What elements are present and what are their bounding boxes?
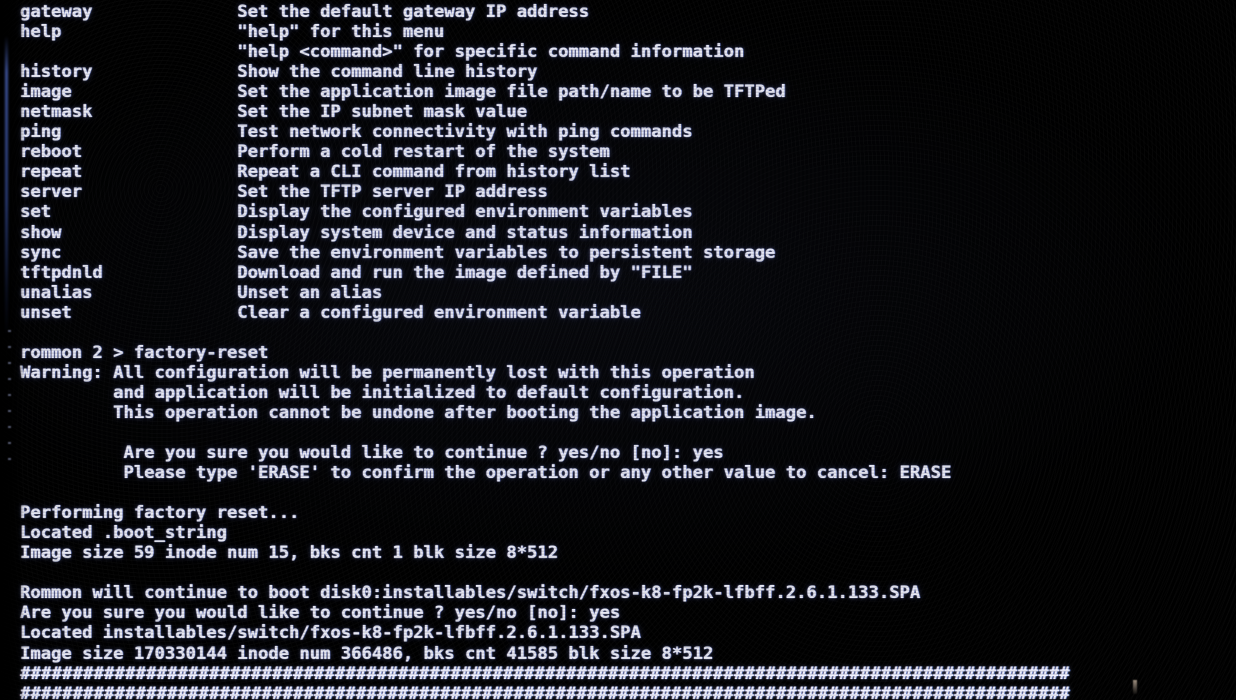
boot-located-line: Located installables/switch/fxos-k8-fp2k… <box>20 623 641 644</box>
boot-string-size-line: Image size 59 inode num 15, bks cnt 1 bl… <box>20 543 559 564</box>
confirm-continue-line[interactable]: Are you sure you would like to continue … <box>20 443 1236 463</box>
console-output[interactable]: gateway Set the default gateway IP addre… <box>0 0 1236 700</box>
located-boot-string-line: Located .boot_string <box>20 523 227 544</box>
warning-line-1: Warning: All configuration will be perma… <box>20 362 755 383</box>
boot-image-size-line: Image size 170330144 inode num 366486, b… <box>20 643 714 664</box>
help-row-reboot: reboot Perform a cold restart of the sys… <box>20 142 610 163</box>
help-row-netmask: netmask Set the IP subnet mask value <box>20 102 528 123</box>
progress-row: ########################################… <box>20 683 1070 700</box>
help-row-server: server Set the TFTP server IP address <box>20 182 548 203</box>
help-row-tftpdnld: tftpdnld Download and run the image defi… <box>20 262 693 283</box>
warning-line-2: and application will be initialized to d… <box>20 382 745 403</box>
progress-row: ########################################… <box>20 663 1070 684</box>
help-row-show: show Display system device and status in… <box>20 222 693 243</box>
boot-continue-line: Rommon will continue to boot disk0:insta… <box>20 583 921 604</box>
help-row-unalias: unalias Unset an alias <box>20 282 383 303</box>
blank-line-1 <box>20 323 1236 343</box>
help-row-help-command: "help <command>" for specific command in… <box>20 42 745 63</box>
help-row-repeat: repeat Repeat a CLI command from history… <box>20 162 631 183</box>
help-row-gateway: gateway Set the default gateway IP addre… <box>20 2 590 22</box>
reset-status-line: Performing factory reset... <box>20 503 300 524</box>
help-row-help: help "help" for this menu <box>20 22 445 43</box>
help-row-set: set Display the configured environment v… <box>20 202 693 223</box>
help-row-ping: ping Test network connectivity with ping… <box>20 122 693 143</box>
confirm-erase-line[interactable]: Please type 'ERASE' to confirm the opera… <box>20 463 1236 483</box>
blank-line-3 <box>20 483 1236 503</box>
warning-line-3: This operation cannot be undone after bo… <box>20 402 817 423</box>
blank-line-4 <box>20 563 1236 583</box>
help-row-history: history Show the command line history <box>20 62 538 83</box>
help-row-image: image Set the application image file pat… <box>20 82 786 103</box>
blank-line-2 <box>20 423 1236 443</box>
crt-screen: gateway Set the default gateway IP addre… <box>0 0 1236 700</box>
prompt-line[interactable]: rommon 2 > factory-reset <box>20 343 1236 363</box>
boot-confirm-line[interactable]: Are you sure you would like to continue … <box>20 603 1236 623</box>
help-row-sync: sync Save the environment variables to p… <box>20 242 776 263</box>
help-row-unset: unset Clear a configured environment var… <box>20 302 641 323</box>
